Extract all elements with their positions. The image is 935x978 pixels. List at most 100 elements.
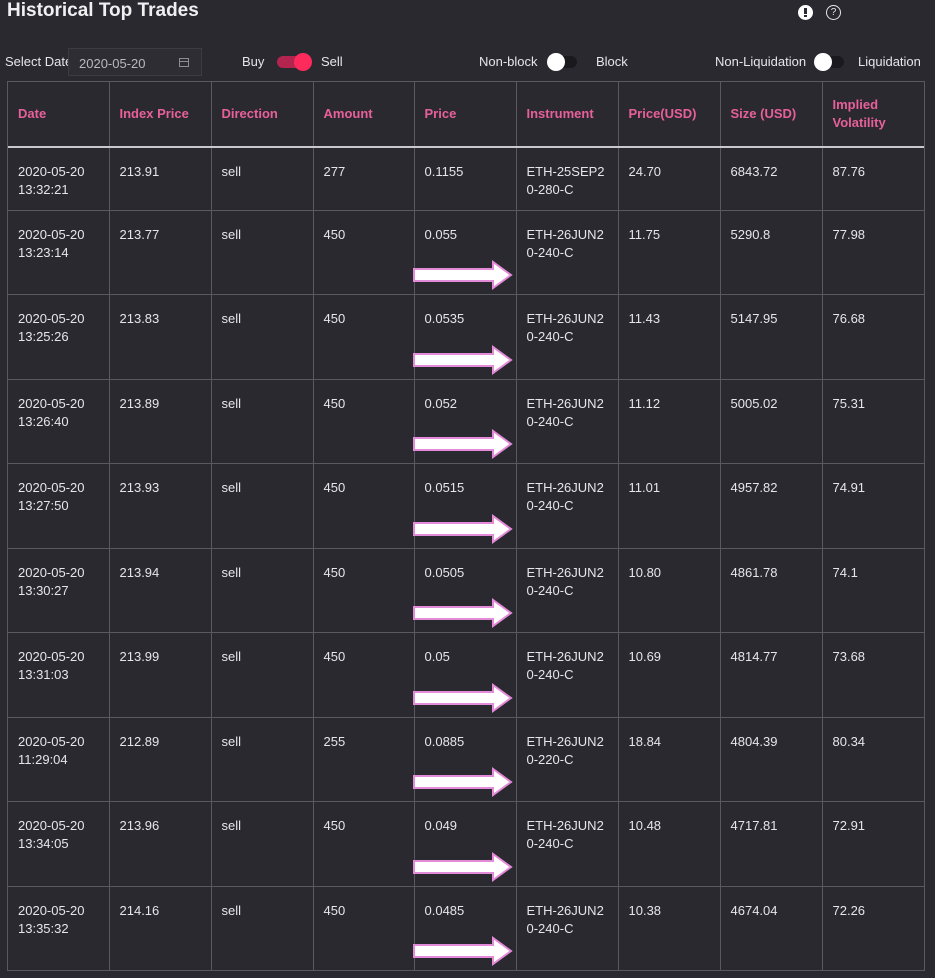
instrument-text: ETH-26JUN20-240-C bbox=[526, 564, 604, 598]
cell-amount: 450 bbox=[313, 632, 415, 717]
instrument-text: ETH-26JUN20-220-C bbox=[526, 733, 604, 767]
calendar-icon[interactable] bbox=[179, 58, 189, 67]
help-icon[interactable]: ? bbox=[826, 5, 841, 20]
table-row[interactable]: 2020-05-20 13:35:32 214.16 sell 450 0.0485 ETH… bbox=[8, 886, 924, 970]
cell-price-usd: 10.48 bbox=[618, 801, 721, 886]
column-header-size-usd[interactable]: Size (USD) bbox=[720, 82, 823, 148]
instrument-text: ETH-26JUN20-240-C bbox=[526, 480, 604, 513]
cell-index-price: 213.93 bbox=[109, 463, 212, 548]
table-row[interactable]: 2020-05-20 13:25:26 213.83 sell 450 0.0535 ETH… bbox=[8, 294, 924, 379]
cell-implied-volatility-text: 74.1 bbox=[832, 564, 858, 580]
trades-table: Date Index Price Direction Amount Price … bbox=[7, 81, 925, 971]
instrument-text: ETH-26JUN20-240-C bbox=[526, 226, 604, 260]
column-header-direction[interactable]: Direction bbox=[211, 82, 314, 148]
cell-price: 0.0515 bbox=[412, 463, 517, 548]
cell-index-price: 213.83 bbox=[109, 294, 212, 379]
date-picker-input[interactable]: 2020-05-20 bbox=[68, 48, 202, 76]
cell-size-usd-text: 5290.8 bbox=[730, 226, 771, 242]
nonblock-label: Non-block bbox=[479, 54, 538, 69]
cell-implied-volatility: 75.31 bbox=[822, 379, 924, 464]
cell-date-time: 13:25:26 bbox=[18, 329, 69, 344]
cell-direction-text: sell bbox=[221, 649, 242, 664]
column-header-index-price[interactable]: Index Price bbox=[109, 82, 212, 148]
cell-price: 0.0505 bbox=[412, 548, 517, 633]
toggle-knob bbox=[814, 53, 832, 71]
cell-implied-volatility-text: 87.76 bbox=[832, 164, 866, 179]
cell-date-day: 2020-05-20 bbox=[18, 480, 85, 495]
annotation-arrow-icon bbox=[412, 851, 513, 882]
column-header-instrument[interactable]: Instrument bbox=[516, 82, 619, 148]
cell-size-usd-text: 6843.72 bbox=[730, 164, 778, 179]
table-row[interactable]: 2020-05-20 11:29:04 212.89 sell 255 0.0885 ETH… bbox=[8, 717, 924, 802]
cell-date: 2020-05-20 13:35:32 bbox=[8, 886, 110, 970]
cell-amount-text: 450 bbox=[323, 226, 346, 242]
block-toggle[interactable] bbox=[547, 53, 582, 71]
instrument-text: ETH-26JUN20-240-C bbox=[526, 649, 604, 682]
table-row[interactable]: 2020-05-20 13:34:05 213.96 sell 450 0.049 ETH-… bbox=[8, 801, 924, 887]
cell-price-usd: 24.70 bbox=[618, 147, 721, 210]
cell-date-day: 2020-05-20 bbox=[18, 311, 85, 326]
cell-date-day: 2020-05-20 bbox=[18, 818, 85, 833]
cell-amount-text: 255 bbox=[323, 733, 346, 749]
cell-direction: sell bbox=[211, 717, 314, 802]
cell-amount-text: 450 bbox=[323, 480, 346, 495]
cell-price: 0.0485 bbox=[412, 886, 517, 970]
cell-date-time: 13:30:27 bbox=[18, 582, 69, 598]
cell-implied-volatility: 73.68 bbox=[822, 633, 924, 718]
header: Historical Top Trades ? bbox=[0, 0, 935, 40]
cell-price-usd-text: 10.69 bbox=[628, 649, 662, 664]
cell-size-usd-text: 5147.95 bbox=[730, 311, 778, 326]
table-row[interactable]: 2020-05-20 13:23:14 213.77 sell 450 0.055 ETH-… bbox=[8, 210, 924, 295]
cell-date-time: 13:34:05 bbox=[18, 836, 69, 851]
cell-price-text: 0.05 bbox=[424, 649, 450, 664]
cell-date: 2020-05-20 13:23:14 bbox=[8, 210, 110, 295]
info-icon[interactable] bbox=[798, 5, 813, 20]
annotation-arrow-icon bbox=[412, 598, 513, 628]
cell-price: 0.055 bbox=[412, 210, 517, 295]
cell-price-usd-text: 11.75 bbox=[628, 226, 661, 242]
cell-index-price: 214.16 bbox=[109, 886, 212, 970]
buy-sell-toggle[interactable] bbox=[277, 53, 312, 71]
cell-index-price: 213.99 bbox=[109, 632, 212, 717]
cell-price: 0.049 bbox=[412, 801, 517, 886]
cell-index-price-text: 213.99 bbox=[119, 649, 160, 664]
liquidation-toggle[interactable] bbox=[814, 53, 849, 71]
cell-price-usd-text: 10.48 bbox=[628, 818, 662, 833]
cell-index-price: 212.89 bbox=[109, 717, 212, 802]
cell-amount: 450 bbox=[313, 886, 415, 970]
instrument-text: ETH-26JUN20-240-C bbox=[526, 395, 604, 429]
column-header-date[interactable]: Date bbox=[8, 82, 110, 148]
column-header-price-usd[interactable]: Price(USD) bbox=[618, 82, 721, 148]
cell-date: 2020-05-20 11:29:04 bbox=[8, 717, 110, 802]
table-row[interactable]: 2020-05-20 13:32:21 213.91 sell 277 0.1155 ETH… bbox=[8, 147, 924, 210]
cell-date-time: 13:31:03 bbox=[18, 667, 69, 682]
cell-index-price: 213.94 bbox=[109, 548, 212, 633]
table-row[interactable]: 2020-05-20 13:26:40 213.89 sell 450 0.052 ETH-… bbox=[8, 379, 924, 464]
cell-direction: sell bbox=[211, 210, 314, 295]
cell-size-usd: 4957.82 bbox=[720, 463, 823, 548]
cell-date-time: 13:26:40 bbox=[18, 413, 69, 429]
column-header-price[interactable]: Price bbox=[414, 82, 517, 148]
cell-date: 2020-05-20 13:27:50 bbox=[8, 463, 110, 548]
cell-direction: sell bbox=[211, 632, 314, 717]
instrument-text: ETH-26JUN20-240-C bbox=[526, 902, 604, 936]
cell-direction-text: sell bbox=[221, 226, 242, 242]
table-row[interactable]: 2020-05-20 13:31:03 213.99 sell 450 0.05 ETH-2… bbox=[8, 632, 924, 718]
cell-price: 0.05 bbox=[412, 632, 517, 717]
cell-price-text: 0.0515 bbox=[424, 480, 465, 495]
cell-amount-text: 450 bbox=[323, 818, 346, 833]
cell-instrument: ETH-26JUN20-240-C bbox=[516, 210, 619, 295]
toggle-knob bbox=[294, 53, 312, 71]
cell-date: 2020-05-20 13:32:21 bbox=[8, 147, 110, 210]
cell-instrument: ETH-25SEP20-280-C bbox=[516, 147, 619, 210]
table-row[interactable]: 2020-05-20 13:27:50 213.93 sell 450 0.0515 ETH… bbox=[8, 463, 924, 548]
cell-direction-text: sell bbox=[221, 733, 242, 749]
cell-implied-volatility: 72.91 bbox=[822, 802, 924, 887]
cell-date-time: 13:23:14 bbox=[18, 244, 69, 260]
cell-direction-text: sell bbox=[221, 818, 242, 833]
column-header-amount[interactable]: Amount bbox=[313, 82, 415, 148]
cell-index-price: 213.77 bbox=[109, 210, 212, 295]
table-row[interactable]: 2020-05-20 13:30:27 213.94 sell 450 0.0505 ETH… bbox=[8, 548, 924, 633]
cell-price-text: 0.0485 bbox=[424, 902, 465, 918]
column-header-implied-volatility[interactable]: Implied Volatility bbox=[822, 82, 924, 148]
